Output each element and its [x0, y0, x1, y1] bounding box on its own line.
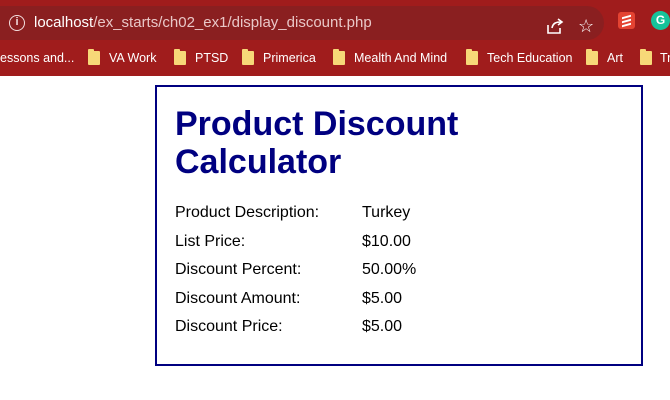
row-label: Discount Amount: [175, 289, 301, 307]
row-label: List Price: [175, 232, 246, 250]
browser-chrome: i localhost/ex_starts/ch02_ex1/display_d… [0, 0, 670, 76]
url-path: /ex_starts/ch02_ex1/display_discount.php [93, 14, 372, 31]
row-label: Discount Price: [175, 318, 283, 335]
folder-icon [242, 49, 254, 65]
todoist-extension-icon[interactable] [618, 12, 635, 29]
folder-icon [88, 49, 100, 65]
address-bar[interactable]: i localhost/ex_starts/ch02_ex1/display_d… [0, 6, 604, 40]
discount-result-panel: Product Discount Calculator Product Desc… [155, 85, 643, 366]
bookmark-ptsd[interactable]: PTSD [195, 50, 228, 68]
folder-icon [586, 49, 598, 65]
address-bar-row: i localhost/ex_starts/ch02_ex1/display_d… [0, 0, 670, 44]
page-title: Product Discount Calculator [175, 105, 459, 181]
bookmark-primerica[interactable]: Primerica [263, 50, 316, 68]
folder-icon [466, 49, 478, 65]
bookmark-art[interactable]: Art [607, 50, 623, 68]
grammarly-extension-icon[interactable]: G [651, 11, 670, 30]
row-value: 50.00% [362, 261, 417, 278]
site-info-icon[interactable]: i [9, 15, 25, 31]
row-value: $5.00 [362, 318, 403, 335]
bookmarks-bar: essons and... VA Work PTSD Primerica Mea… [0, 44, 670, 72]
row-value: $5.00 [362, 289, 403, 307]
row-value: $10.00 [362, 232, 411, 250]
bookmark-truncated[interactable]: Tr [660, 50, 670, 68]
url-text[interactable]: localhost/ex_starts/ch02_ex1/display_dis… [34, 14, 372, 31]
bookmark-lessons[interactable]: essons and... [0, 50, 74, 68]
share-icon[interactable] [545, 17, 565, 35]
bookmark-tech-education[interactable]: Tech Education [487, 50, 572, 68]
folder-icon [174, 49, 186, 65]
bookmark-va-work[interactable]: VA Work [109, 50, 156, 68]
folder-icon [640, 49, 652, 65]
row-label: Product Description: [175, 204, 320, 221]
bookmark-mealth-and-mind[interactable]: Mealth And Mind [354, 50, 447, 68]
row-label: Discount Percent: [175, 261, 302, 278]
url-host: localhost [34, 14, 94, 31]
row-value: Turkey [362, 204, 411, 221]
folder-icon [333, 49, 345, 65]
bookmark-star-icon[interactable]: ☆ [578, 16, 598, 36]
